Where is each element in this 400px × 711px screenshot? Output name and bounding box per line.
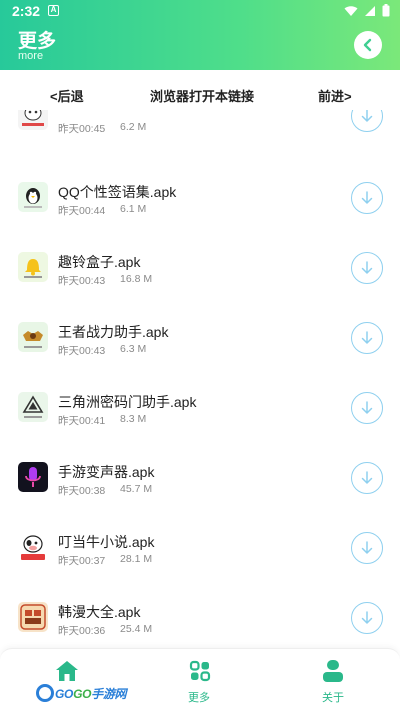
download-arrow-icon: [361, 471, 373, 484]
item-name: QQ个性签语集.apk: [58, 184, 177, 200]
item-time: 昨天00:41: [58, 415, 106, 427]
signal-icon: [365, 5, 375, 16]
item-size: 6.2 M: [120, 121, 147, 133]
item-size: 16.8 M: [120, 273, 153, 285]
page-subtitle: more: [18, 50, 44, 62]
watermark-logo: GOGO手游网: [36, 683, 127, 703]
browser-forward-button[interactable]: 前进>: [318, 86, 352, 105]
king-emblem-icon: [18, 322, 48, 352]
download-arrow-icon: [361, 611, 373, 624]
status-time: 2:32: [12, 3, 41, 19]
browser-back-button[interactable]: <后退: [50, 86, 84, 105]
watermark-part1: GO: [55, 686, 74, 701]
delta-triangle-icon: [18, 392, 48, 422]
download-arrow-icon: [361, 110, 373, 122]
item-name: 叮当牛小说.apk: [58, 534, 155, 550]
page-title: 更多: [18, 31, 57, 52]
watermark-ring-icon: [36, 684, 54, 702]
nav-home-button[interactable]: [54, 659, 80, 683]
penguin-icon: [18, 182, 48, 212]
download-button[interactable]: [351, 182, 383, 214]
list-item[interactable]: 昨天00:45 6.2 M: [0, 110, 400, 148]
home-icon: [56, 661, 78, 681]
bell-icon: [18, 252, 48, 282]
download-arrow-icon: [361, 261, 373, 274]
bottom-nav: GOGO手游网 更多 关于: [0, 648, 400, 711]
list-item[interactable]: QQ个性签语集.apk 昨天00:44 6.1 M: [0, 160, 400, 230]
item-size: 25.4 M: [120, 623, 153, 635]
download-arrow-icon: [361, 331, 373, 344]
open-in-browser-button[interactable]: 浏览器打开本链接: [150, 86, 254, 105]
wifi-icon: [344, 5, 358, 16]
item-name: 三角洲密码门助手.apk: [58, 394, 197, 410]
item-name: 韩漫大全.apk: [58, 604, 141, 620]
item-size: 6.3 M: [120, 343, 147, 355]
chevron-left-icon: [363, 38, 372, 52]
notification-icon: A: [48, 5, 59, 16]
status-bar: 2:32 A: [0, 0, 400, 22]
list-item[interactable]: 三角洲密码门助手.apk 昨天00:41 8.3 M: [0, 370, 400, 440]
item-time: 昨天00:45: [58, 123, 106, 135]
back-button[interactable]: [354, 31, 382, 59]
watermark-part2: GO: [73, 686, 92, 701]
app-header: 2:32 A 更多 more: [0, 0, 400, 70]
download-list[interactable]: 昨天00:45 6.2 M QQ个性签语集.apk 昨天00:44 6.1 M: [0, 110, 400, 648]
download-button[interactable]: [351, 322, 383, 354]
user-icon: [323, 660, 343, 682]
nav-more-button[interactable]: [188, 659, 212, 683]
item-size: 28.1 M: [120, 553, 153, 565]
download-button[interactable]: [351, 602, 383, 634]
download-button[interactable]: [351, 392, 383, 424]
watermark-part3: 手游网: [91, 686, 127, 701]
item-size: 6.1 M: [120, 203, 147, 215]
cow-icon: [18, 110, 48, 130]
browser-nav-bar: <后退 浏览器打开本链接 前进>: [0, 78, 400, 108]
cow-book-icon: [18, 532, 48, 562]
download-arrow-icon: [361, 541, 373, 554]
item-name: 手游变声器.apk: [58, 464, 155, 480]
grid-more-icon: [189, 660, 211, 682]
nav-more-label: 更多: [188, 692, 210, 704]
download-button[interactable]: [351, 462, 383, 494]
microphone-icon: [18, 462, 48, 492]
battery-icon: [382, 4, 390, 17]
download-arrow-icon: [361, 191, 373, 204]
item-name: 趣铃盒子.apk: [58, 254, 141, 270]
item-size: 45.7 M: [120, 483, 153, 495]
download-button[interactable]: [351, 532, 383, 564]
comic-icon: [18, 602, 48, 632]
item-time: 昨天00:36: [58, 625, 106, 637]
item-size: 8.3 M: [120, 413, 147, 425]
item-time: 昨天00:43: [58, 275, 106, 287]
nav-about-label: 关于: [322, 692, 344, 704]
item-name: 王者战力助手.apk: [58, 324, 169, 340]
list-item[interactable]: 手游变声器.apk 昨天00:38 45.7 M: [0, 440, 400, 510]
download-button[interactable]: [351, 110, 383, 132]
item-time: 昨天00:44: [58, 205, 106, 217]
list-item[interactable]: 趣铃盒子.apk 昨天00:43 16.8 M: [0, 230, 400, 300]
status-indicators: [344, 4, 390, 17]
item-time: 昨天00:38: [58, 485, 106, 497]
nav-about-button[interactable]: [322, 659, 344, 683]
download-button[interactable]: [351, 252, 383, 284]
list-item[interactable]: 叮当牛小说.apk 昨天00:37 28.1 M: [0, 510, 400, 580]
item-time: 昨天00:43: [58, 345, 106, 357]
list-item[interactable]: 韩漫大全.apk 昨天00:36 25.4 M: [0, 580, 400, 648]
item-time: 昨天00:37: [58, 555, 106, 567]
list-item[interactable]: 王者战力助手.apk 昨天00:43 6.3 M: [0, 300, 400, 370]
download-arrow-icon: [361, 401, 373, 414]
